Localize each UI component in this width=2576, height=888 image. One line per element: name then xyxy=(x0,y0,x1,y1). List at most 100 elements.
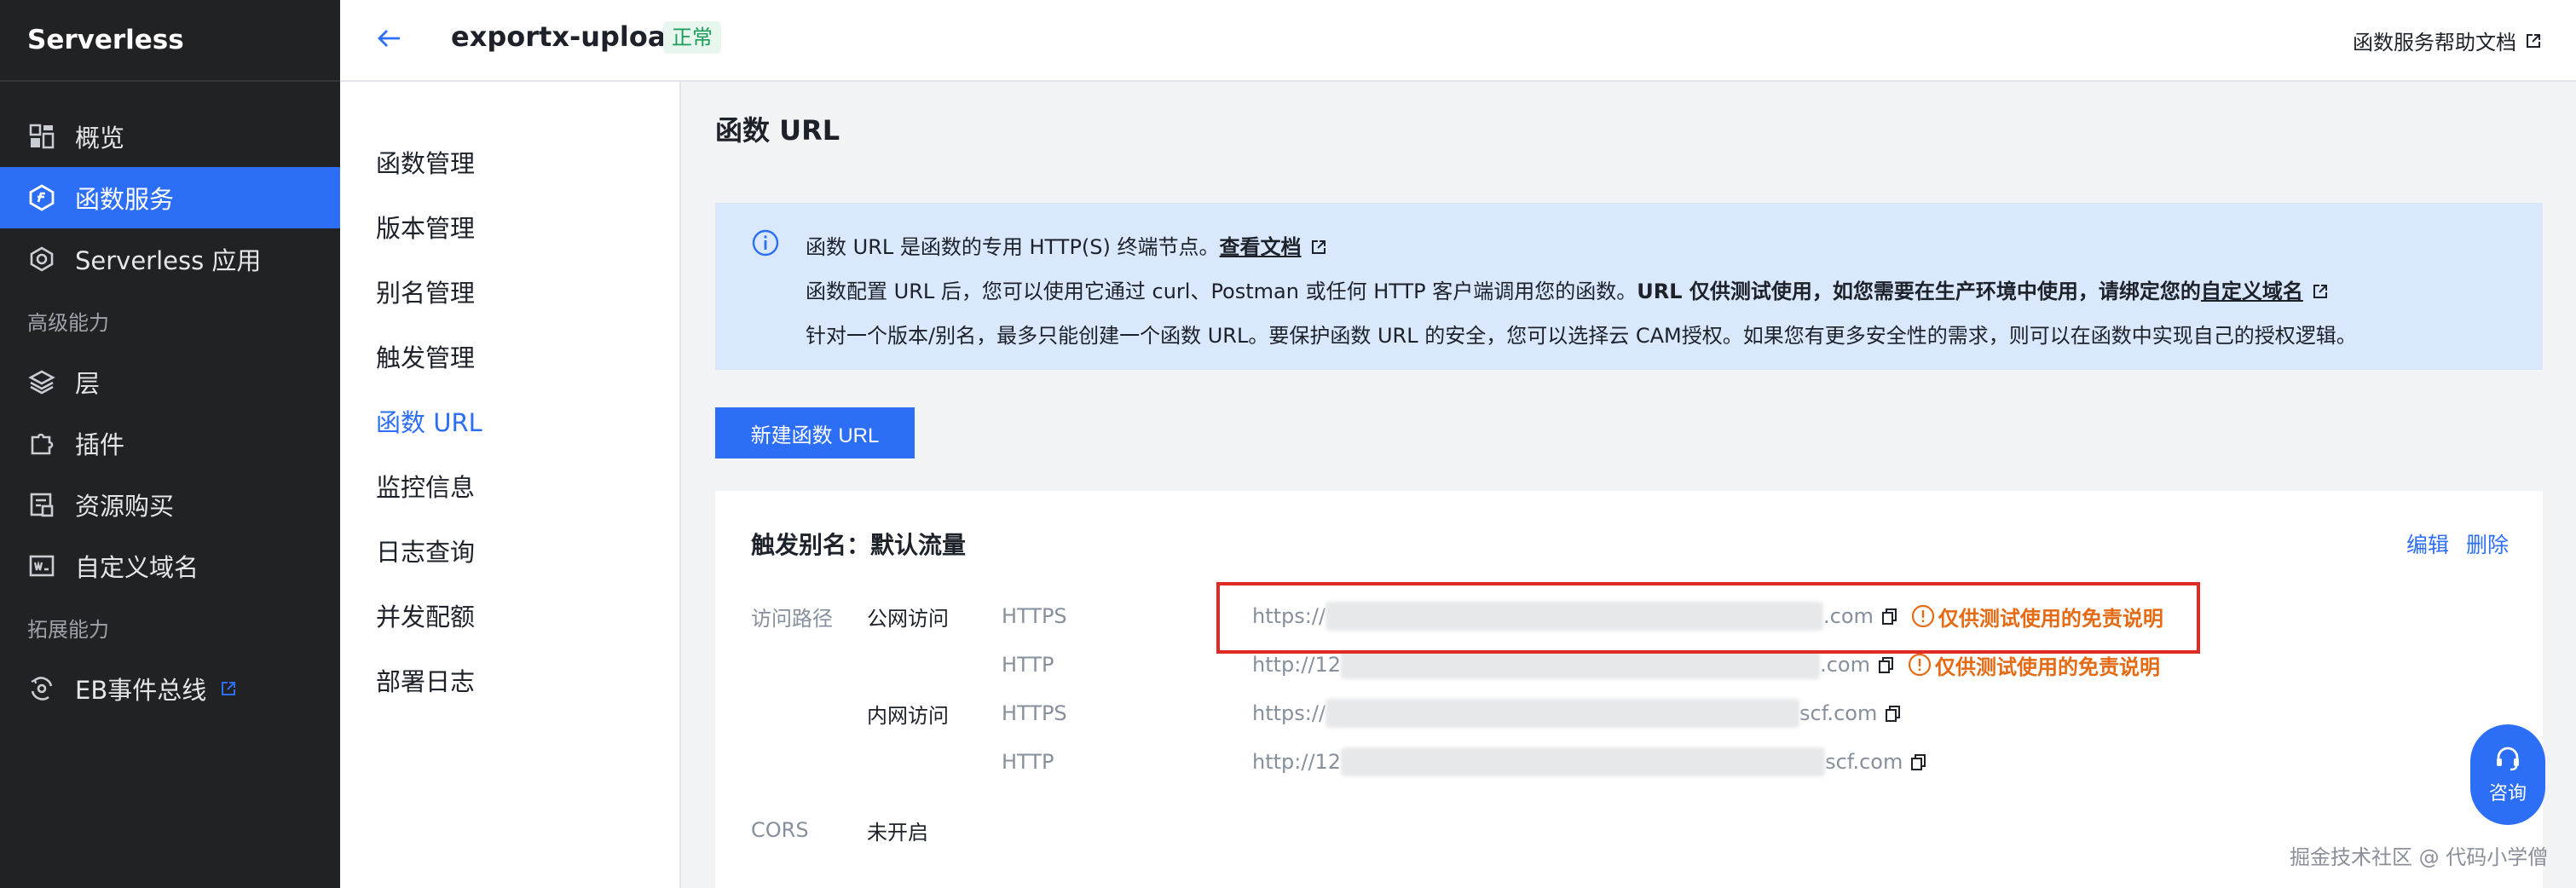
headset-icon xyxy=(2493,744,2522,778)
help-doc-label: 函数服务帮助文档 xyxy=(2353,31,2516,55)
nav-group-advanced: 高级能力 xyxy=(27,310,109,335)
url-value: https:// scf.com xyxy=(1252,699,1903,728)
sidebar-item-label: 插件 xyxy=(75,430,125,459)
cors-value: 未开启 xyxy=(867,820,928,845)
tab-alias-management[interactable]: 别名管理 xyxy=(340,259,679,324)
public-access-label: 公网访问 xyxy=(867,606,949,631)
info-line-3: 针对一个版本/别名，最多只能创建一个函数 URL。要保护函数 URL 的安全，您… xyxy=(806,314,2543,358)
cors-row: CORS 未开启 xyxy=(715,806,2543,854)
sidebar-item-label: 资源购买 xyxy=(75,492,175,521)
tab-function-url[interactable]: 函数 URL xyxy=(340,389,679,453)
tab-deploy-log[interactable]: 部署日志 xyxy=(340,648,679,712)
disclaimer-text: 仅供测试使用的免责说明 xyxy=(1934,654,2160,679)
function-icon xyxy=(27,183,56,212)
url-suffix: .com xyxy=(1820,653,1870,677)
top-header: exportx-upload 正常 函数服务帮助文档 xyxy=(340,0,2576,82)
url-suffix: scf.com xyxy=(1799,701,1878,725)
url-value: http://12 .com 仅供测试使用的免责说明 xyxy=(1252,650,2160,680)
nav-group-extension: 拓展能力 xyxy=(27,617,109,642)
info-line-1: 函数 URL 是函数的专用 HTTP(S) 终端节点。 查看文档 xyxy=(806,225,2543,269)
url-row: HTTP http://12 scf.com xyxy=(715,738,2543,786)
sidebar-item-label: 概览 xyxy=(75,124,125,153)
main-content: 函数 URL 函数 URL 是函数的专用 HTTP(S) 终端节点。 查看文档 … xyxy=(681,82,2576,888)
info-banner: 函数 URL 是函数的专用 HTTP(S) 终端节点。 查看文档 函数配置 UR… xyxy=(715,203,2543,370)
sidebar-item-overview[interactable]: 概览 xyxy=(0,106,340,167)
grid-icon xyxy=(27,122,56,151)
warning-icon xyxy=(1908,653,1932,677)
sidebar-item-layers[interactable]: 层 xyxy=(0,351,340,412)
external-link-icon xyxy=(2312,283,2329,300)
watermark: 掘金技术社区 @ 代码小学僧 xyxy=(2290,845,2549,869)
custom-domain-link[interactable]: 自定义域名 xyxy=(2201,269,2303,314)
card-actions: 编辑 删除 xyxy=(2406,528,2509,559)
info-icon xyxy=(751,228,780,261)
url-prefix: https:// xyxy=(1252,701,1326,725)
protocol-label: HTTP xyxy=(1002,653,1054,677)
consult-label: 咨询 xyxy=(2488,783,2527,804)
info-line-2: 函数配置 URL 后，您可以使用它通过 curl、Postman 或任何 HTT… xyxy=(806,269,2543,314)
tab-log-query[interactable]: 日志查询 xyxy=(340,518,679,583)
info-text: 针对一个版本/别名，最多只能创建一个函数 URL。要保护函数 URL 的安全，您… xyxy=(806,324,2357,348)
help-doc-link[interactable]: 函数服务帮助文档 xyxy=(2353,26,2542,55)
back-arrow-icon[interactable] xyxy=(374,24,403,53)
protocol-label: HTTPS xyxy=(1002,604,1067,628)
tab-monitoring[interactable]: 监控信息 xyxy=(340,453,679,518)
tab-function-management[interactable]: 函数管理 xyxy=(340,130,679,194)
annotation-highlight-box xyxy=(1216,582,2200,654)
cors-label: CORS xyxy=(751,818,809,842)
delete-button[interactable]: 删除 xyxy=(2466,528,2509,559)
create-function-url-button[interactable]: 新建函数 URL xyxy=(715,407,915,458)
disclaimer-link[interactable]: 仅供测试使用的免责说明 xyxy=(1908,650,2160,680)
tab-trigger-management[interactable]: 触发管理 xyxy=(340,324,679,389)
url-card: 触发别名：默认流量 编辑 删除 访问路径 公网访问 HTTPS https://… xyxy=(715,491,2543,888)
external-link-icon xyxy=(1310,239,1327,256)
card-title: 触发别名：默认流量 xyxy=(751,531,967,559)
function-submenu: 函数管理 版本管理 别名管理 触发管理 函数 URL 监控信息 日志查询 并发配… xyxy=(340,82,681,888)
url-value: http://12 scf.com xyxy=(1252,747,1928,776)
info-text: 函数配置 URL 后，您可以使用它通过 curl、Postman 或任何 HTT… xyxy=(806,280,1637,303)
sidebar-item-label: EB事件总线 xyxy=(75,676,207,705)
url-suffix: scf.com xyxy=(1825,750,1903,774)
sidebar-item-custom-domain[interactable]: 自定义域名 xyxy=(0,535,340,597)
sidebar-item-label: Serverless 应用 xyxy=(75,246,262,275)
plugin-icon xyxy=(27,429,56,458)
url-row: 内网访问 HTTPS https:// scf.com xyxy=(715,689,2543,737)
info-bold-text: URL 仅供测试使用，如您需要在生产环境中使用，请绑定您的 xyxy=(1637,280,2201,303)
sidebar-item-plugins[interactable]: 插件 xyxy=(0,412,340,474)
url-prefix: http://12 xyxy=(1252,653,1342,677)
sidebar-item-function-service[interactable]: 函数服务 xyxy=(0,167,340,228)
edit-button[interactable]: 编辑 xyxy=(2406,528,2449,559)
copy-icon[interactable] xyxy=(1909,752,1928,771)
sidebar-item-event-bus[interactable]: EB事件总线 xyxy=(0,658,340,719)
access-path-label: 访问路径 xyxy=(751,606,833,631)
purchase-icon xyxy=(27,490,56,519)
info-text: 函数 URL 是函数的专用 HTTP(S) 终端节点。 xyxy=(806,235,1220,259)
redacted-url xyxy=(1341,650,1821,679)
sidebar-item-label: 自定义域名 xyxy=(75,553,199,582)
function-name: exportx-upload xyxy=(451,20,686,53)
copy-icon[interactable] xyxy=(1877,655,1896,674)
tab-version-management[interactable]: 版本管理 xyxy=(340,194,679,259)
external-link-icon xyxy=(2525,32,2542,49)
sidebar-item-serverless-app[interactable]: Serverless 应用 xyxy=(0,228,340,290)
url-prefix: http://12 xyxy=(1252,750,1342,774)
redacted-url xyxy=(1326,699,1800,728)
protocol-label: HTTP xyxy=(1002,750,1054,774)
main-sidebar: Serverless 概览 函数服务 Serverless 应用 高级能力 层 xyxy=(0,0,340,888)
sidebar-item-purchase[interactable]: 资源购买 xyxy=(0,474,340,535)
domain-icon xyxy=(27,551,56,580)
brand-title[interactable]: Serverless xyxy=(0,0,340,82)
redacted-url xyxy=(1341,747,1826,776)
sidebar-item-label: 层 xyxy=(75,369,101,398)
page-title: 函数 URL xyxy=(715,114,840,147)
copy-icon[interactable] xyxy=(1884,704,1903,723)
tab-concurrency-quota[interactable]: 并发配额 xyxy=(340,583,679,648)
eventbus-icon xyxy=(27,674,56,703)
sidebar-item-label: 函数服务 xyxy=(75,185,175,214)
status-badge: 正常 xyxy=(663,21,721,54)
private-access-label: 内网访问 xyxy=(867,703,949,728)
external-link-icon xyxy=(220,680,237,697)
consult-button[interactable]: 咨询 xyxy=(2470,724,2545,825)
protocol-label: HTTPS xyxy=(1002,701,1067,725)
view-docs-link[interactable]: 查看文档 xyxy=(1220,225,1302,269)
